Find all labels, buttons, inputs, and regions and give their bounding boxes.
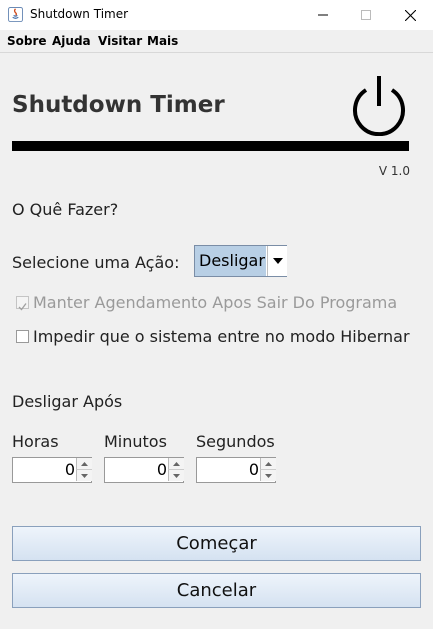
menu-visitar[interactable]: Visitar [98, 34, 142, 48]
title-bar: Shutdown Timer [0, 0, 433, 30]
keep-schedule-label: Manter Agendamento Apos Sair Do Programa [33, 293, 398, 312]
keep-schedule-checkbox[interactable] [16, 296, 29, 311]
maximize-button[interactable] [343, 0, 389, 30]
arrow-up-icon [173, 461, 180, 466]
menu-bar: Sobre Ajuda Visitar Mais [0, 30, 433, 53]
seconds-down-button[interactable] [260, 470, 276, 481]
hours-label: Horas [12, 432, 59, 451]
action-select[interactable]: Desligar [194, 245, 287, 277]
seconds-label: Segundos [196, 432, 275, 451]
start-button[interactable]: Começar [12, 526, 421, 561]
arrow-down-icon [81, 473, 88, 478]
minutes-value[interactable]: 0 [105, 458, 167, 482]
menu-sobre[interactable]: Sobre [7, 34, 47, 48]
close-icon [404, 9, 416, 21]
minutes-spinner[interactable]: 0 [104, 457, 184, 483]
maximize-icon [361, 10, 371, 20]
chevron-down-icon [272, 258, 283, 264]
java-app-icon [8, 7, 23, 22]
hours-spinner[interactable]: 0 [12, 457, 92, 483]
minimize-icon [318, 14, 328, 16]
minimize-button[interactable] [300, 0, 346, 30]
minutes-down-button[interactable] [168, 470, 184, 481]
power-icon [353, 76, 405, 136]
prevent-hibernate-checkbox[interactable] [16, 330, 29, 343]
timer-heading: Desligar Após [12, 392, 123, 411]
menu-ajuda[interactable]: Ajuda [52, 34, 91, 48]
seconds-value[interactable]: 0 [197, 458, 259, 482]
action-heading: O Quê Fazer? [12, 200, 119, 219]
minutes-up-button[interactable] [168, 458, 184, 470]
header-bar [12, 141, 409, 151]
dropdown-arrow-button[interactable] [267, 246, 287, 276]
arrow-up-icon [81, 461, 88, 466]
hours-down-button[interactable] [76, 470, 92, 481]
version-label: V 1.0 [378, 164, 410, 178]
cancel-button[interactable]: Cancelar [12, 573, 421, 608]
hours-up-button[interactable] [76, 458, 92, 470]
action-select-value: Desligar [195, 246, 266, 276]
arrow-down-icon [265, 473, 272, 478]
prevent-hibernate-label: Impedir que o sistema entre no modo Hibe… [33, 327, 410, 346]
arrow-down-icon [173, 473, 180, 478]
seconds-up-button[interactable] [260, 458, 276, 470]
arrow-up-icon [265, 461, 272, 466]
minutes-label: Minutos [104, 432, 167, 451]
checkmark-icon [18, 303, 27, 311]
app-title: Shutdown Timer [12, 92, 225, 118]
seconds-spinner[interactable]: 0 [196, 457, 276, 483]
select-action-label: Selecione uma Ação: [12, 253, 180, 272]
close-button[interactable] [387, 0, 433, 30]
window-title: Shutdown Timer [30, 7, 129, 21]
menu-mais[interactable]: Mais [147, 34, 178, 48]
hours-value[interactable]: 0 [13, 458, 75, 482]
